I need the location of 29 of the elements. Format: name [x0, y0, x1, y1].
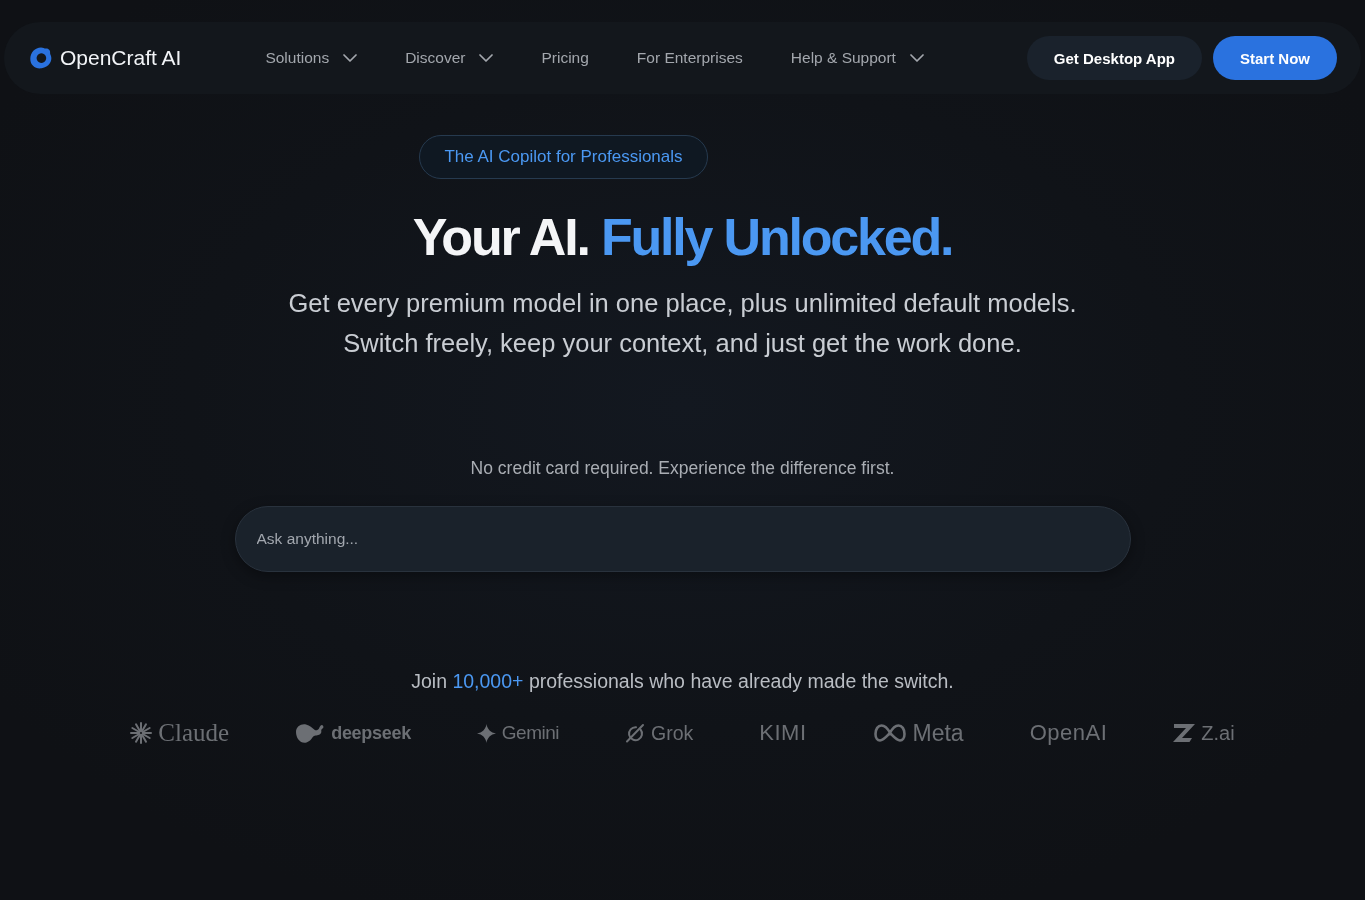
- ask-input[interactable]: Ask anything...: [234, 506, 1131, 572]
- model-logo-name: Claude: [158, 719, 230, 747]
- ring-logo-icon: [29, 46, 53, 70]
- whale-icon: [295, 722, 326, 744]
- nav-link[interactable]: Help & Support: [790, 49, 924, 67]
- brand-name[interactable]: OpenCraft AI: [60, 46, 182, 70]
- model-logo-name: Meta: [912, 719, 964, 747]
- sunburst-icon: [130, 722, 153, 744]
- hero-subtitle: Get every premium model in one place, plus unlimited default models. Switch freely, keep your context, and just get the work done.: [288, 288, 1077, 359]
- nav-link[interactable]: Discover: [405, 49, 494, 67]
- download-button[interactable]: Get Desktop App: [1026, 36, 1202, 80]
- z-mark-icon: [1173, 724, 1196, 742]
- model-logo-name: deepseek: [331, 722, 411, 744]
- model-logo-name: Grok: [651, 721, 694, 745]
- tagline-badge: The AI Copilot for Professionals: [419, 135, 708, 179]
- nav-link[interactable]: Pricing: [541, 49, 589, 67]
- start-button[interactable]: Start Now: [1213, 36, 1337, 80]
- social-proof-text: Join 10,000+ professionals who have already made the switch.: [411, 669, 954, 693]
- slashed-circle-icon: [625, 723, 646, 743]
- model-logo-name: OpenAI: [1029, 720, 1108, 746]
- no-card-note: No credit card required. Experience the difference first.: [470, 457, 895, 479]
- hero-headline: Your AI. Fully Unlocked.: [412, 207, 953, 268]
- sparkle-icon: [476, 723, 496, 743]
- model-logo-name: Gemini: [501, 722, 560, 744]
- nav-link[interactable]: For Enterprises: [636, 49, 743, 67]
- nav-link[interactable]: Solutions: [265, 49, 358, 67]
- model-logo-name: KIMI: [759, 720, 807, 746]
- infinity-icon: [872, 723, 907, 743]
- model-logo-name: Z.ai: [1201, 721, 1235, 745]
